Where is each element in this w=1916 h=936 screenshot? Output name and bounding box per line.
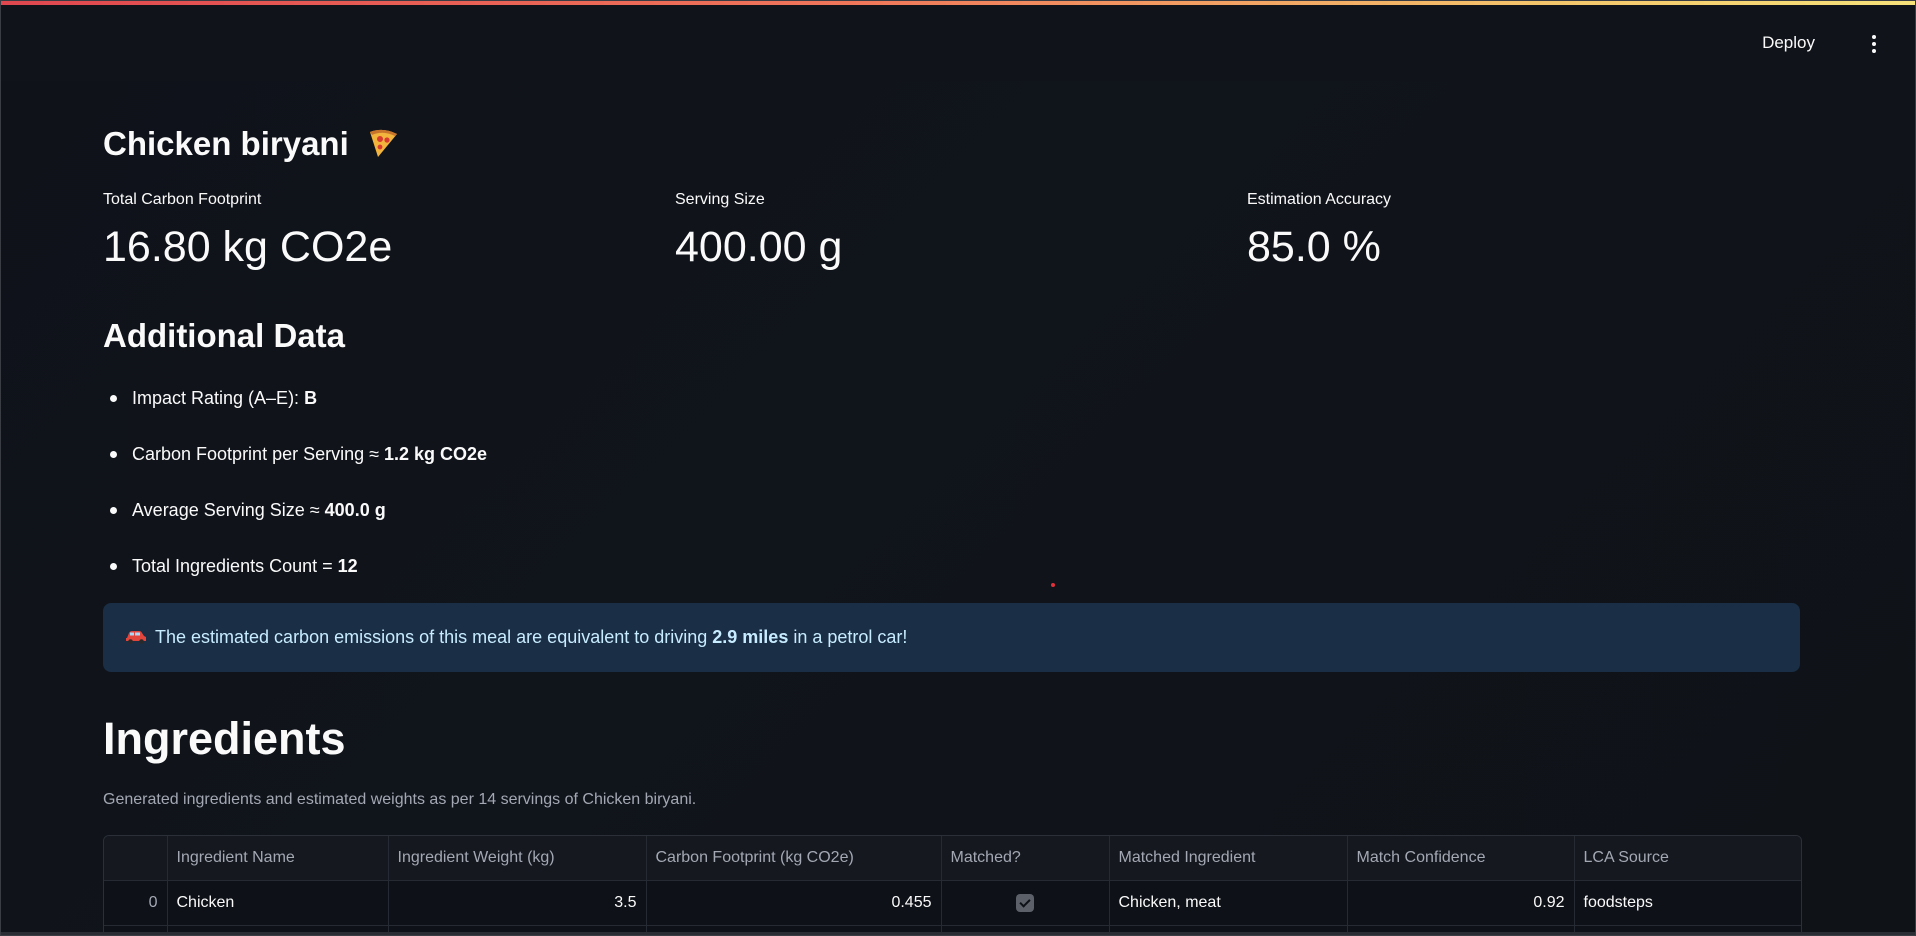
column-header-match-confidence[interactable]: Match Confidence <box>1347 836 1575 881</box>
info-highlight: 2.9 miles <box>712 627 789 647</box>
metric-label: Serving Size <box>675 191 765 208</box>
cell-ingredient-weight[interactable]: 3.5 <box>388 880 647 926</box>
app-header: Deploy <box>1 5 1915 81</box>
additional-data-heading: Additional Data <box>103 317 346 354</box>
column-header-lca-source[interactable]: LCA Source <box>1574 836 1801 881</box>
column-header-matched[interactable]: Matched? <box>941 836 1110 881</box>
ingredients-table[interactable]: Ingredient Name Ingredient Weight (kg) C… <box>103 835 1802 935</box>
info-text-prefix: The estimated carbon emissions of this m… <box>155 627 713 647</box>
bottom-border <box>1 932 1915 935</box>
info-alert: The estimated carbon emissions of this m… <box>103 603 1800 672</box>
page-title-text: Chicken biryani <box>103 125 349 162</box>
kebab-menu-icon[interactable] <box>1871 35 1877 55</box>
table-row[interactable]: 0 Chicken 3.5 0.455 Chicken, meat 0.92 f… <box>104 880 1801 926</box>
metric-serving-size: Serving Size 400.00 g <box>675 191 842 272</box>
table-header-row: Ingredient Name Ingredient Weight (kg) C… <box>104 836 1801 881</box>
cell-index[interactable]: 0 <box>104 880 168 926</box>
item-label: Total Ingredients Count = <box>132 556 338 576</box>
list-item: Impact Rating (A–E): B <box>109 385 487 441</box>
metric-value: 400.00 g <box>675 223 843 271</box>
info-text-suffix: in a petrol car! <box>788 627 908 647</box>
cell-match-confidence[interactable]: 0.92 <box>1347 880 1575 926</box>
matched-checkbox[interactable] <box>1016 893 1034 912</box>
metric-label: Estimation Accuracy <box>1247 191 1392 208</box>
item-label: Impact Rating (A–E): <box>132 388 305 408</box>
cell-lca-source[interactable]: foodsteps <box>1574 880 1801 926</box>
column-header-ingredient-name[interactable]: Ingredient Name <box>167 836 389 881</box>
cell-carbon-footprint[interactable]: 0.455 <box>646 880 942 926</box>
pizza-icon <box>366 126 400 160</box>
item-value: 12 <box>337 556 358 576</box>
deploy-button[interactable]: Deploy <box>1762 33 1815 53</box>
column-header-ingredient-weight[interactable]: Ingredient Weight (kg) <box>388 836 647 881</box>
column-header-index[interactable] <box>104 836 168 881</box>
item-label: Carbon Footprint per Serving ≈ <box>132 444 384 464</box>
ingredients-heading: Ingredients <box>103 713 346 764</box>
ingredients-caption: Generated ingredients and estimated weig… <box>103 791 697 808</box>
page-title: Chicken biryani <box>103 125 400 163</box>
list-item: Carbon Footprint per Serving ≈ 1.2 kg CO… <box>109 441 488 497</box>
app-window: Deploy Chicken biryani Total Carbon Foot… <box>0 0 1916 936</box>
cell-ingredient-name[interactable]: Chicken <box>167 880 389 926</box>
cursor-dot <box>1051 583 1055 587</box>
additional-data-list: Impact Rating (A–E): B Carbon Footprint … <box>103 385 487 609</box>
column-header-carbon-footprint[interactable]: Carbon Footprint (kg CO2e) <box>646 836 942 881</box>
list-item: Average Serving Size ≈ 400.0 g <box>109 497 487 553</box>
cell-matched-ingredient[interactable]: Chicken, meat <box>1109 880 1348 926</box>
metric-label: Total Carbon Footprint <box>103 191 262 208</box>
list-item: Total Ingredients Count = 12 <box>109 553 487 609</box>
metric-estimation-accuracy: Estimation Accuracy 85.0 % <box>1247 191 1391 272</box>
column-header-matched-ingredient[interactable]: Matched Ingredient <box>1109 836 1348 881</box>
metric-value: 85.0 % <box>1247 223 1381 271</box>
item-value: 400.0 g <box>324 500 386 520</box>
item-value: B <box>304 388 318 408</box>
metric-total-carbon: Total Carbon Footprint 16.80 kg CO2e <box>103 191 392 272</box>
metric-value: 16.80 kg CO2e <box>103 223 393 271</box>
cell-matched[interactable] <box>941 880 1110 926</box>
item-value: 1.2 kg CO2e <box>384 444 488 464</box>
item-label: Average Serving Size ≈ <box>132 500 325 520</box>
car-icon <box>125 604 147 644</box>
